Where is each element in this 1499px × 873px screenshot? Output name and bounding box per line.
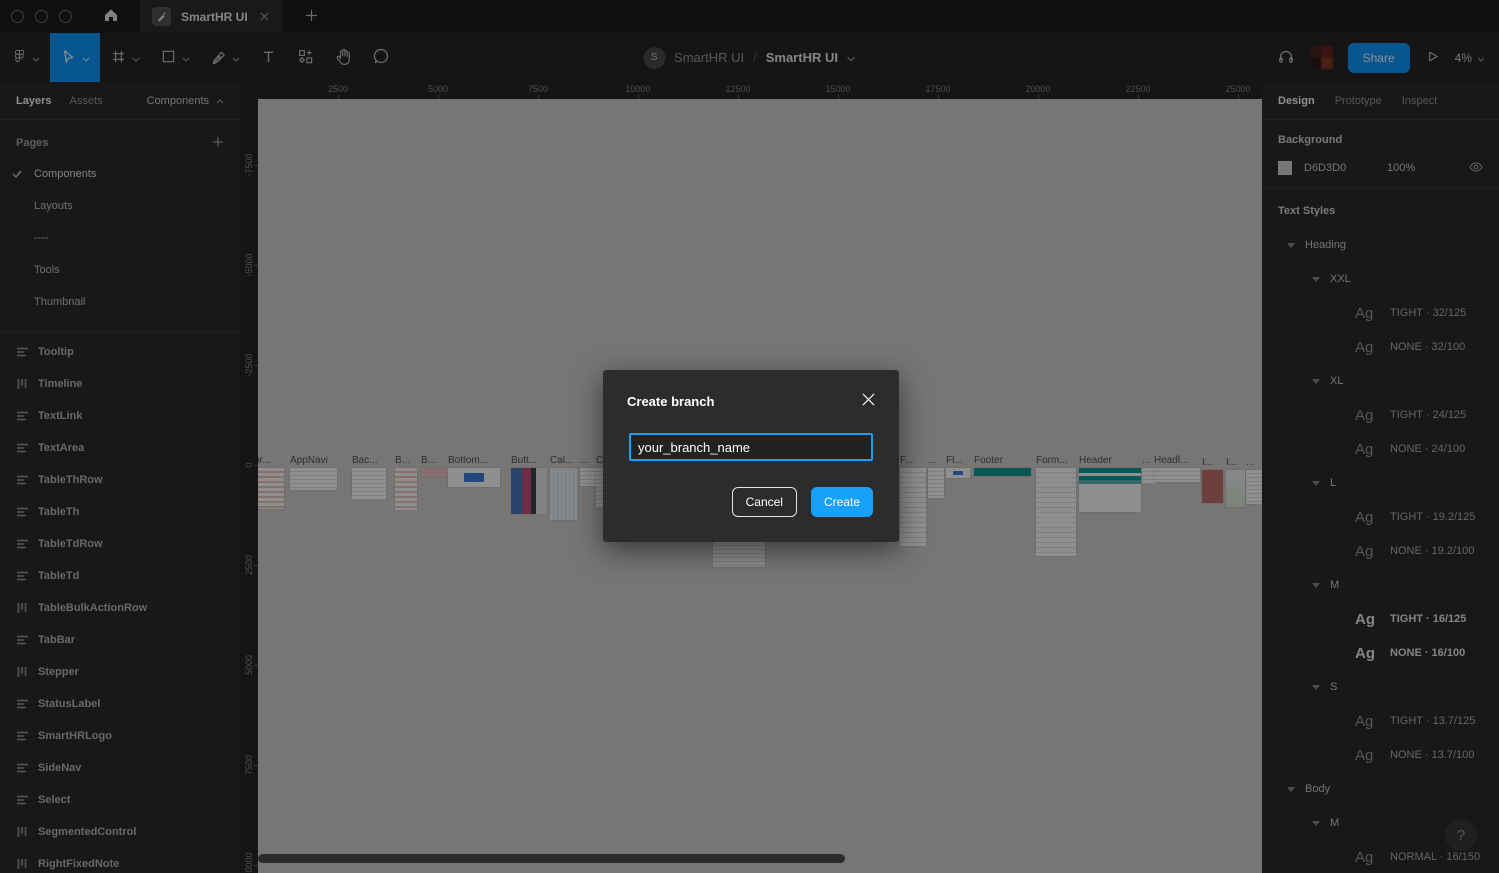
close-icon[interactable] (860, 391, 877, 408)
dialog-title: Create branch (627, 394, 714, 409)
create-button[interactable]: Create (811, 487, 873, 517)
create-branch-dialog: Create branch Cancel Create (603, 370, 899, 542)
branch-name-input[interactable] (629, 433, 873, 461)
cancel-button[interactable]: Cancel (732, 487, 797, 517)
dialog-actions: Cancel Create (732, 487, 873, 517)
figma-app: SmartHR UI (0, 0, 1499, 873)
